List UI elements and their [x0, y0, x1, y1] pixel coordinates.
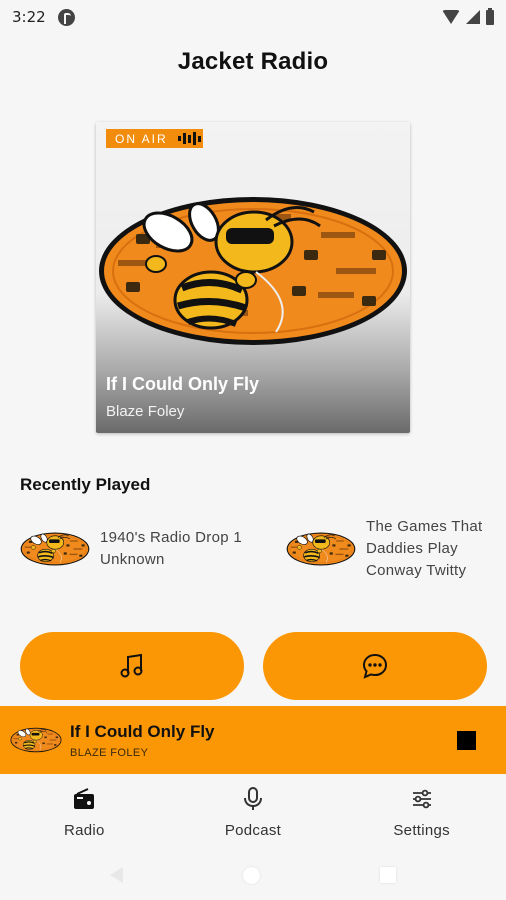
now-playing-title: If I Could Only Fly	[106, 374, 259, 394]
signal-icon	[466, 10, 480, 24]
track-title-line-2: Daddies Play	[366, 540, 458, 557]
nav-label-settings: Settings	[393, 822, 450, 839]
track-artist: Unknown	[100, 551, 165, 568]
nav-label-podcast: Podcast	[224, 822, 282, 839]
station-logo	[96, 192, 410, 350]
microphone-icon	[244, 787, 262, 810]
radio-icon	[74, 788, 95, 809]
nav-label-radio: Radio	[63, 822, 105, 839]
recent-apps-icon[interactable]	[380, 867, 396, 883]
track-thumbnail	[20, 531, 90, 567]
track-title: 1940's Radio Drop 1	[100, 529, 242, 546]
now-playing-card[interactable]: ON AIR If I Could Only Fly Blaze Foley	[96, 122, 410, 433]
music-note-icon	[120, 653, 143, 678]
track-title-line-1: The Games That	[366, 518, 483, 535]
stop-icon[interactable]	[457, 731, 476, 750]
status-bar: 3:22	[0, 0, 506, 34]
chat-bubble-icon	[362, 653, 388, 679]
bottom-nav: Radio Podcast Settings	[0, 774, 506, 850]
system-nav-bar	[0, 850, 506, 900]
on-air-badge: ON AIR	[106, 129, 203, 148]
track-thumbnail	[286, 531, 356, 567]
app-notification-icon	[57, 8, 75, 26]
nav-item-settings[interactable]: Settings	[337, 774, 506, 850]
sliders-icon	[412, 789, 431, 809]
music-request-button[interactable]	[20, 632, 244, 700]
recently-played-heading: Recently Played	[20, 475, 151, 494]
track-artist: Conway Twitty	[366, 562, 467, 579]
now-playing-artist: Blaze Foley	[106, 403, 185, 420]
back-icon[interactable]	[110, 867, 123, 883]
mini-player-artist: BLAZE FOLEY	[70, 746, 149, 759]
home-icon[interactable]	[243, 866, 260, 884]
mini-player-title: If I Could Only Fly	[70, 721, 215, 741]
recently-played-item[interactable]: The Games That Daddies Play Conway Twitt…	[286, 516, 482, 582]
mini-player[interactable]: If I Could Only Fly BLAZE FOLEY	[0, 706, 506, 774]
recently-played-item[interactable]: 1940's Radio Drop 1 Unknown	[20, 516, 242, 582]
status-icons	[442, 7, 494, 25]
status-time: 3:22	[12, 8, 46, 26]
mini-player-thumbnail	[10, 726, 62, 754]
nav-item-podcast[interactable]: Podcast	[169, 774, 338, 850]
on-air-label: ON AIR	[115, 131, 168, 146]
wifi-icon	[442, 10, 460, 24]
battery-icon	[486, 7, 494, 25]
nav-item-radio[interactable]: Radio	[0, 774, 169, 850]
chat-button[interactable]	[263, 632, 487, 700]
page-title: Jacket Radio	[177, 48, 329, 75]
equalizer-icon	[177, 132, 201, 145]
